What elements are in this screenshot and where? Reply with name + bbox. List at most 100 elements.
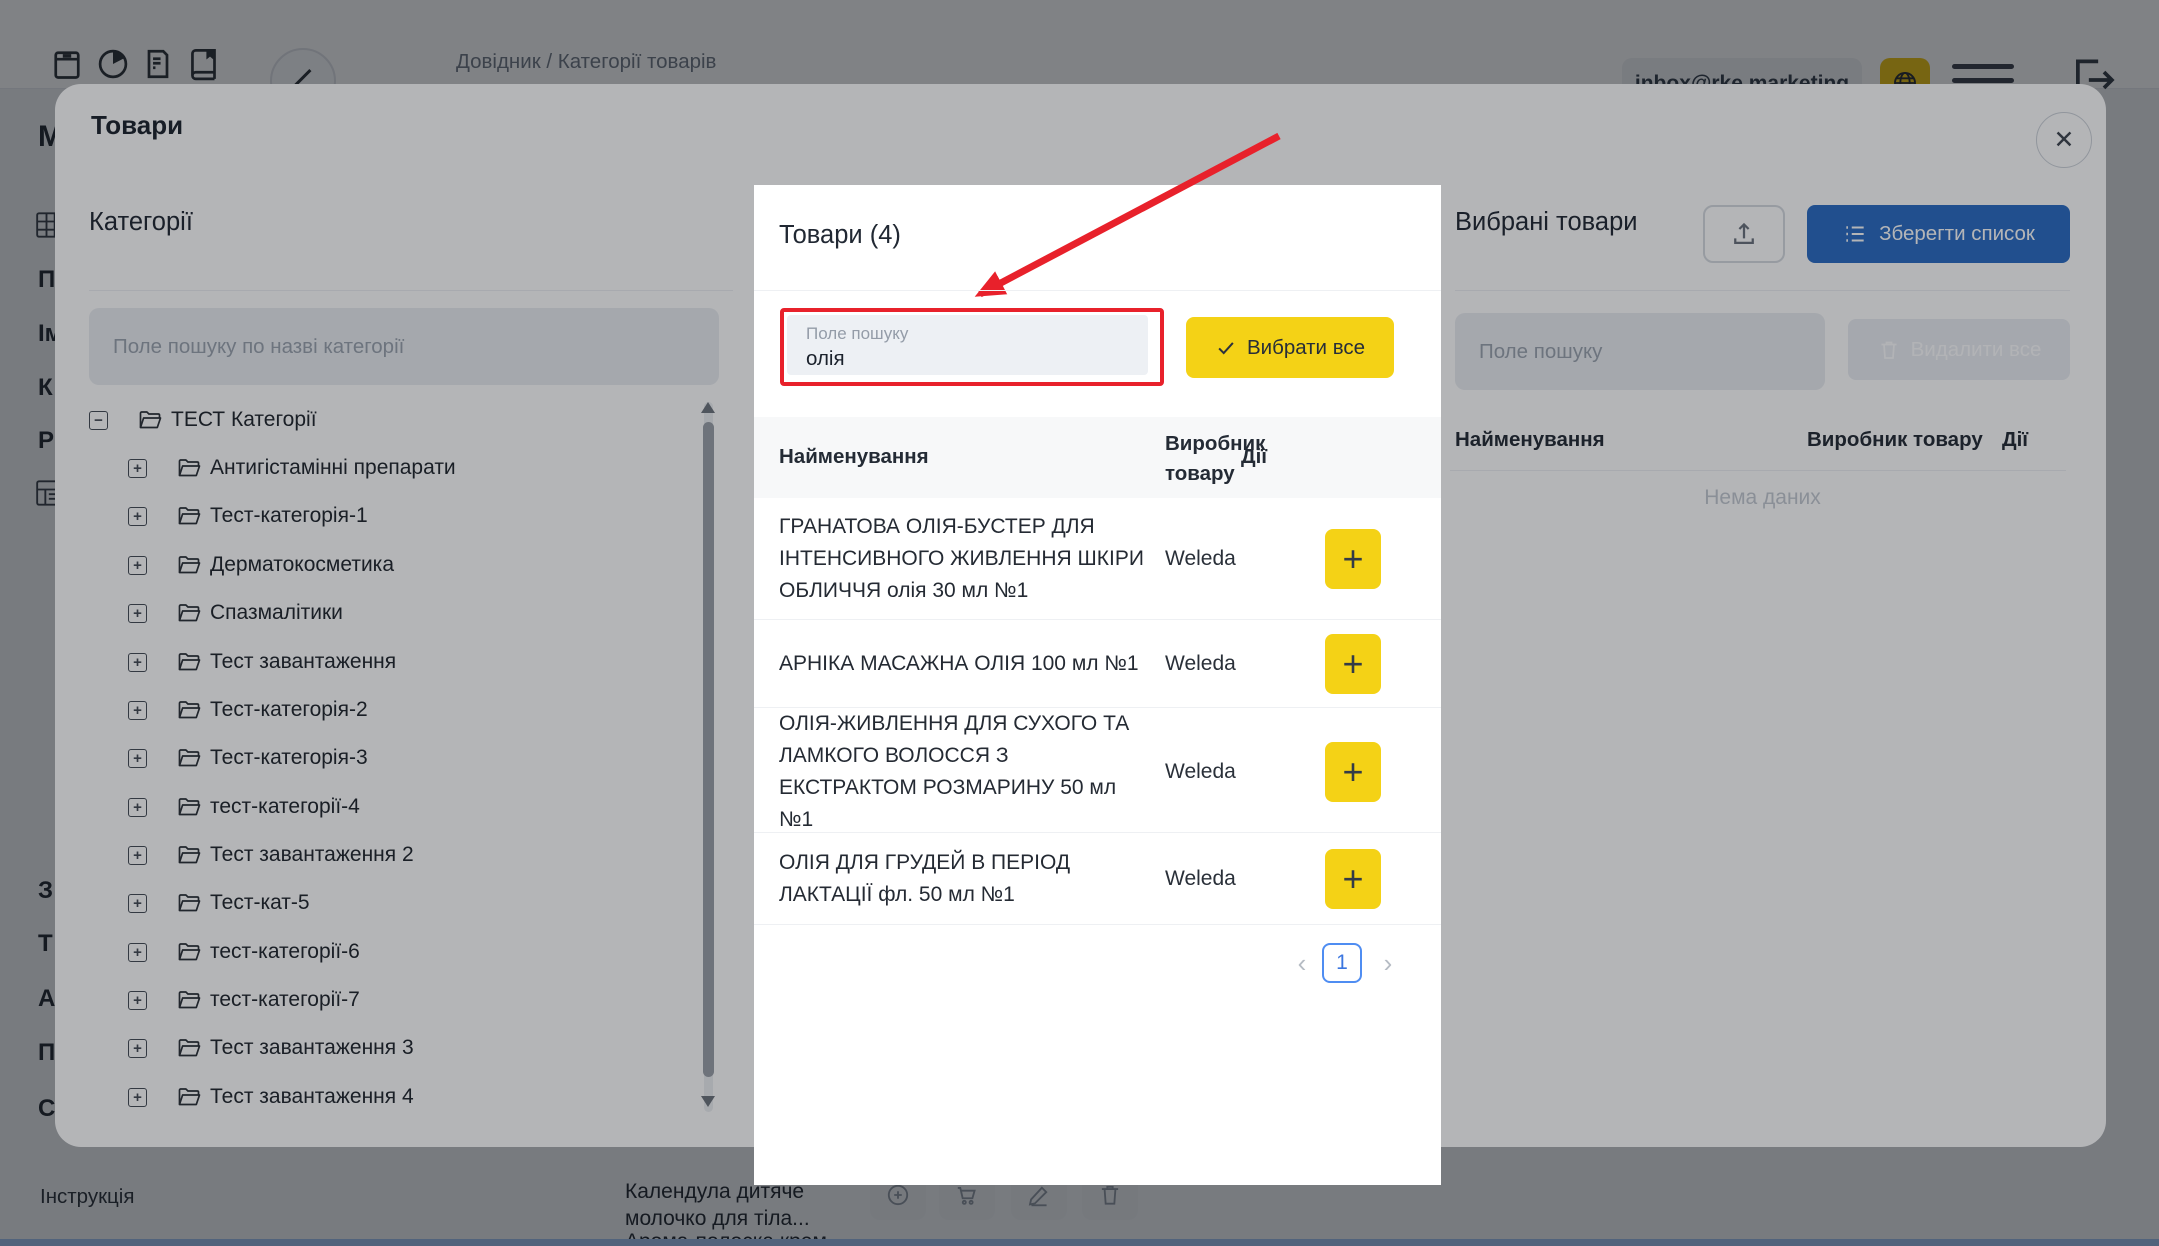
- products-panel-highlight: Товари (4) Поле пошуку олія Вибрати все …: [754, 185, 1441, 1185]
- expand-plus-icon[interactable]: +: [128, 991, 147, 1010]
- tree-label: ТЕСТ Категорії: [171, 408, 317, 432]
- tree-item[interactable]: + Спазмалітики: [55, 589, 343, 637]
- product-name: ГРАНАТОВА ОЛІЯ-БУСТЕР ДЛЯ ІНТЕНСИВНОГО Ж…: [779, 511, 1165, 607]
- product-manufacturer: Weleda: [1165, 867, 1325, 891]
- expand-plus-icon[interactable]: +: [128, 894, 147, 913]
- tree-root[interactable]: − ТЕСТ Категорії: [55, 396, 317, 444]
- folder-icon: [177, 796, 201, 818]
- plus-icon: +: [1342, 646, 1363, 682]
- product-row: ОЛІЯ ДЛЯ ГРУДЕЙ В ПЕРІОД ЛАКТАЦІЇ фл. 50…: [754, 833, 1441, 925]
- expand-plus-icon[interactable]: +: [128, 604, 147, 623]
- expand-plus-icon[interactable]: +: [128, 1088, 147, 1107]
- tree-item[interactable]: +тест-категорії-4: [55, 783, 360, 831]
- delete-all-button[interactable]: Видалити все: [1848, 319, 2070, 380]
- tree-item[interactable]: +Антигістамінні препарати: [55, 444, 456, 492]
- pagination-next-icon[interactable]: ›: [1376, 943, 1400, 983]
- tree-item[interactable]: + Тест-категорія-2: [55, 686, 368, 734]
- product-search-input[interactable]: Поле пошуку олія: [787, 315, 1148, 375]
- close-icon: ✕: [2054, 125, 2075, 155]
- expand-plus-icon[interactable]: +: [128, 507, 147, 526]
- scroll-up-icon[interactable]: [701, 402, 715, 413]
- add-product-button[interactable]: +: [1325, 742, 1381, 802]
- tree-label: тест-категорії-7: [210, 988, 360, 1012]
- folder-icon: [177, 602, 201, 624]
- products-panel-title: Товари (4): [779, 221, 901, 250]
- folder-icon: [177, 747, 201, 769]
- tree-scrollbar-thumb[interactable]: [703, 422, 714, 1077]
- tree-item[interactable]: +Тест-категорія-1: [55, 492, 368, 540]
- folder-icon: [177, 699, 201, 721]
- expand-plus-icon[interactable]: +: [128, 846, 147, 865]
- pagination-page-1[interactable]: 1: [1322, 943, 1362, 983]
- col-name: Найменування: [779, 445, 929, 469]
- selected-col-actions: Дії: [2002, 428, 2028, 452]
- folder-icon: [177, 554, 201, 576]
- tree-item[interactable]: +Тест завантаження 2: [55, 831, 414, 879]
- expand-plus-icon[interactable]: +: [128, 943, 147, 962]
- tree-label: Тест-категорія-2: [210, 698, 368, 722]
- expand-plus-icon[interactable]: +: [128, 556, 147, 575]
- search-value: олія: [806, 347, 1148, 371]
- categories-panel-title: Категорії: [89, 208, 193, 237]
- folder-icon: [177, 457, 201, 479]
- select-all-button[interactable]: Вибрати все: [1186, 317, 1394, 378]
- tree-label: Тест-категорія-3: [210, 746, 368, 770]
- save-list-button[interactable]: Зберегти список: [1807, 205, 2070, 263]
- expand-plus-icon[interactable]: +: [128, 459, 147, 478]
- tree-item[interactable]: +Тест завантаження 3: [55, 1024, 414, 1072]
- add-product-button[interactable]: +: [1325, 529, 1381, 589]
- tree-item[interactable]: + Дерматокосметика: [55, 541, 394, 589]
- expand-plus-icon[interactable]: +: [128, 701, 147, 720]
- plus-icon: +: [1342, 754, 1363, 790]
- collapse-minus-icon[interactable]: −: [89, 411, 108, 430]
- product-row: АРНІКА МАСАЖНА ОЛІЯ 100 мл №1 Weleda +: [754, 620, 1441, 708]
- add-product-button[interactable]: +: [1325, 849, 1381, 909]
- tree-label: тест-категорії-6: [210, 940, 360, 964]
- tree-item[interactable]: + Тест-категорія-3: [55, 734, 368, 782]
- expand-plus-icon[interactable]: +: [128, 749, 147, 768]
- tree-label: Тест завантаження 4: [210, 1085, 414, 1109]
- search-label: Поле пошуку: [806, 324, 1148, 344]
- tree-item[interactable]: + Тест-кат-5: [55, 879, 310, 927]
- product-row: ОЛІЯ-ЖИВЛЕННЯ ДЛЯ СУХОГО ТА ЛАМКОГО ВОЛО…: [754, 708, 1441, 833]
- product-name: АРНІКА МАСАЖНА ОЛІЯ 100 мл №1: [779, 648, 1165, 680]
- divider: [89, 290, 733, 291]
- expand-plus-icon[interactable]: +: [128, 1039, 147, 1058]
- export-button[interactable]: [1703, 205, 1785, 263]
- divider: [754, 290, 1441, 291]
- expand-plus-icon[interactable]: +: [128, 798, 147, 817]
- add-product-button[interactable]: +: [1325, 634, 1381, 694]
- check-icon: [1215, 337, 1237, 359]
- scroll-down-icon[interactable]: [701, 1096, 715, 1107]
- tree-label: Дерматокосметика: [210, 553, 394, 577]
- modal-title: Товари: [91, 110, 183, 141]
- selected-col-manufacturer: Виробник товару: [1807, 428, 1983, 452]
- folder-icon: [177, 505, 201, 527]
- upload-icon: [1729, 219, 1759, 249]
- plus-icon: +: [1342, 541, 1363, 577]
- product-manufacturer: Weleda: [1165, 652, 1325, 676]
- category-search-input[interactable]: [89, 308, 719, 385]
- divider: [1450, 470, 2066, 471]
- folder-icon: [177, 844, 201, 866]
- tree-item[interactable]: + Тест завантаження: [55, 638, 396, 686]
- product-row: ГРАНАТОВА ОЛІЯ-БУСТЕР ДЛЯ ІНТЕНСИВНОГО Ж…: [754, 498, 1441, 620]
- folder-icon: [177, 1086, 201, 1108]
- product-manufacturer: Weleda: [1165, 547, 1325, 571]
- tree-label: Тест завантаження: [210, 650, 396, 674]
- empty-state-text: Нема даних: [1455, 486, 2070, 510]
- tree-item[interactable]: + тест-категорії-7: [55, 976, 360, 1024]
- selected-search-input[interactable]: [1455, 313, 1825, 390]
- annotation-highlight-box: Поле пошуку олія: [780, 308, 1164, 386]
- tree-item[interactable]: + тест-категорії-6: [55, 928, 360, 976]
- tree-item[interactable]: + Тест завантаження 4: [55, 1073, 414, 1121]
- pagination-prev-icon[interactable]: ‹: [1290, 943, 1314, 983]
- products-modal: Товари ✕ Категорії − ТЕСТ Категорії +Ант…: [55, 84, 2106, 1147]
- product-name: ОЛІЯ ДЛЯ ГРУДЕЙ В ПЕРІОД ЛАКТАЦІЇ фл. 50…: [779, 847, 1165, 911]
- tree-label: Тест-кат-5: [210, 891, 310, 915]
- products-table-header: Найменування Виробник товару Дії: [754, 417, 1441, 498]
- close-button[interactable]: ✕: [2036, 112, 2092, 168]
- expand-plus-icon[interactable]: +: [128, 653, 147, 672]
- col-actions: Дії: [1241, 445, 1267, 469]
- tree-label: Спазмалітики: [210, 601, 343, 625]
